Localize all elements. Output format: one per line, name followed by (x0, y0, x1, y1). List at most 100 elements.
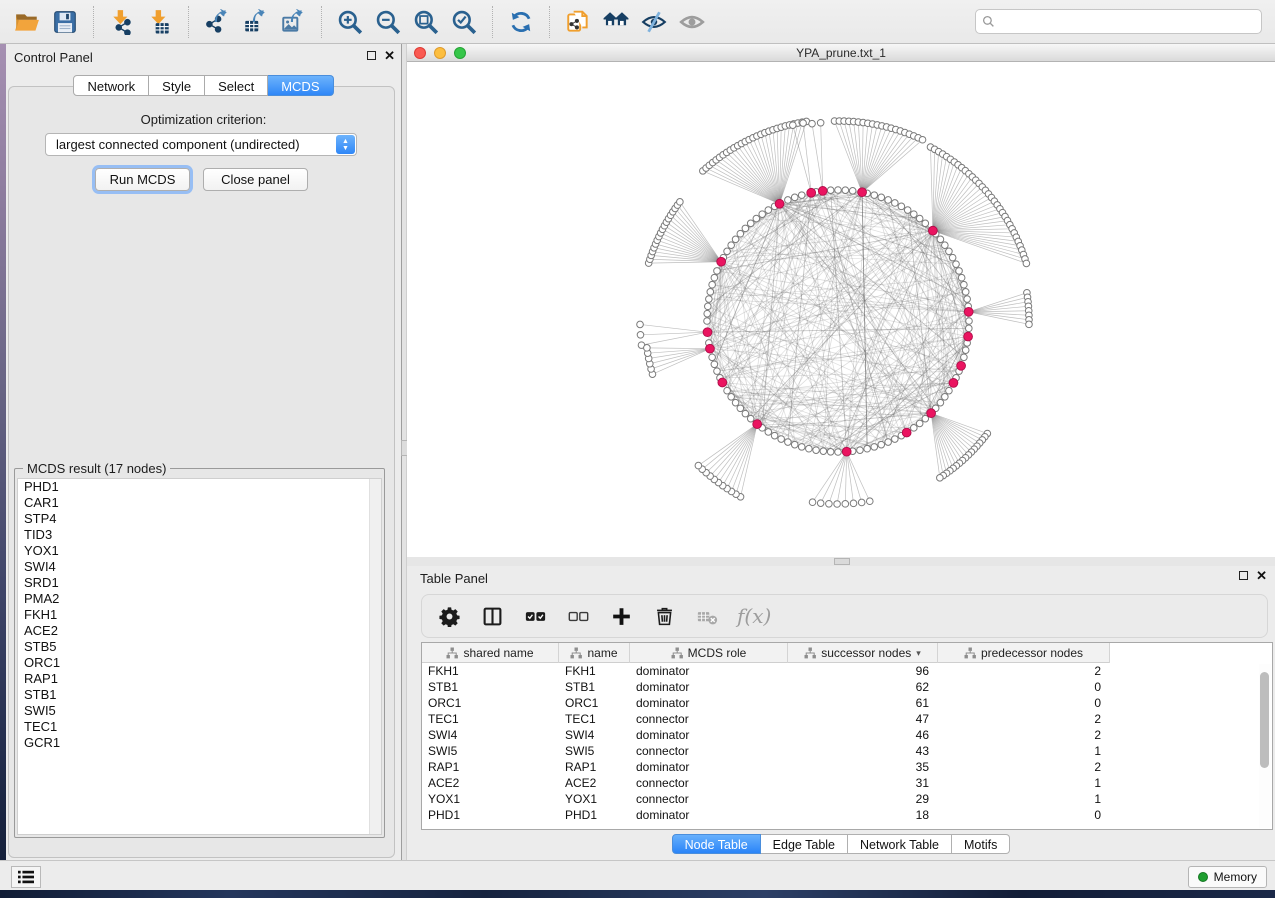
table-cell[interactable]: dominator (630, 696, 788, 710)
mcds-result-node[interactable]: TID3 (18, 527, 381, 543)
mcds-hub-node[interactable] (775, 199, 784, 208)
mcds-result-node[interactable]: PHD1 (18, 479, 381, 495)
tab-edge-table[interactable]: Edge Table (761, 834, 848, 854)
network-node[interactable] (849, 188, 856, 195)
table-cell[interactable]: STB1 (422, 680, 559, 694)
table-cell[interactable]: FKH1 (559, 664, 630, 678)
network-node[interactable] (765, 429, 772, 436)
network-node[interactable] (850, 500, 857, 507)
network-node[interactable] (711, 361, 718, 368)
network-node[interactable] (800, 120, 807, 127)
table-cell[interactable]: 1 (938, 744, 1110, 758)
network-node[interactable] (706, 296, 713, 303)
table-cell[interactable]: ACE2 (559, 776, 630, 790)
network-node[interactable] (724, 387, 731, 394)
network-node[interactable] (791, 194, 798, 201)
close-panel-button[interactable]: Close panel (203, 168, 308, 191)
table-cell[interactable]: 2 (938, 664, 1110, 678)
network-node[interactable] (842, 501, 849, 508)
table-cell[interactable]: 43 (788, 744, 938, 758)
table-cell[interactable]: FKH1 (422, 664, 559, 678)
zoom-fit-button[interactable] (409, 5, 443, 39)
network-node[interactable] (871, 444, 878, 451)
network-node[interactable] (785, 439, 792, 446)
horizontal-splitter-handle[interactable] (834, 558, 850, 565)
horizontal-splitter[interactable] (407, 557, 1275, 566)
mcds-result-node[interactable]: ACE2 (18, 623, 381, 639)
column-header[interactable]: name (559, 643, 630, 663)
optimization-criterion-select[interactable]: largest connected component (undirected)… (45, 133, 357, 156)
network-node[interactable] (878, 194, 885, 201)
network-node[interactable] (809, 120, 816, 127)
network-node[interactable] (711, 274, 718, 281)
mcds-result-list[interactable]: PHD1CAR1STP4TID3YOX1SWI4SRD1PMA2FKH1ACE2… (17, 478, 382, 835)
mcds-hub-node[interactable] (858, 188, 867, 197)
mcds-result-node[interactable]: STB1 (18, 687, 381, 703)
network-node[interactable] (892, 436, 899, 443)
network-node[interactable] (966, 318, 973, 325)
mcds-result-node[interactable]: SWI5 (18, 703, 381, 719)
network-node[interactable] (885, 439, 892, 446)
network-node[interactable] (857, 447, 864, 454)
network-node[interactable] (705, 303, 712, 310)
mcds-hub-node[interactable] (818, 186, 827, 195)
network-node[interactable] (737, 405, 744, 412)
table-cell[interactable]: dominator (630, 760, 788, 774)
mcds-result-node[interactable]: SRD1 (18, 575, 381, 591)
network-node[interactable] (778, 436, 785, 443)
network-node[interactable] (765, 207, 772, 214)
network-node[interactable] (732, 236, 739, 243)
import-table-button[interactable] (143, 5, 177, 39)
network-node[interactable] (911, 211, 918, 218)
column-header[interactable]: MCDS role (630, 643, 788, 663)
mcds-result-node[interactable]: YOX1 (18, 543, 381, 559)
select-all-button[interactable] (522, 603, 548, 629)
table-cell[interactable]: 18 (788, 808, 938, 822)
table-cell[interactable]: 2 (938, 712, 1110, 726)
column-header[interactable]: successor nodes▾ (788, 643, 938, 663)
search-input[interactable] (1000, 14, 1255, 30)
network-node[interactable] (961, 281, 968, 288)
split-view-button[interactable] (479, 603, 505, 629)
table-cell[interactable]: STB1 (559, 680, 630, 694)
network-node[interactable] (866, 498, 873, 505)
network-node[interactable] (798, 444, 805, 451)
table-scrollbar-thumb[interactable] (1260, 672, 1269, 768)
network-node[interactable] (728, 242, 735, 249)
export-network-button[interactable] (200, 5, 234, 39)
table-cell[interactable]: ORC1 (422, 696, 559, 710)
table-cell[interactable]: ACE2 (422, 776, 559, 790)
network-node[interactable] (742, 410, 749, 417)
table-row[interactable]: STB1STB1dominator620 (422, 679, 1272, 695)
tab-select[interactable]: Select (205, 75, 268, 96)
table-cell[interactable]: 0 (938, 680, 1110, 694)
table-cell[interactable]: connector (630, 776, 788, 790)
network-node[interactable] (834, 501, 841, 508)
table-cell[interactable]: RAP1 (559, 760, 630, 774)
zoom-in-button[interactable] (333, 5, 367, 39)
delete-row-button[interactable] (651, 603, 677, 629)
network-node[interactable] (704, 310, 711, 317)
mcds-result-node[interactable]: SWI4 (18, 559, 381, 575)
network-canvas[interactable] (407, 62, 1275, 557)
table-cell[interactable]: PHD1 (422, 808, 559, 822)
tab-network[interactable]: Network (73, 75, 149, 96)
network-node[interactable] (946, 248, 953, 255)
table-cell[interactable]: 0 (938, 696, 1110, 710)
network-node[interactable] (922, 220, 929, 227)
network-node[interactable] (709, 281, 716, 288)
network-node[interactable] (644, 345, 651, 352)
network-window-titlebar[interactable]: YPA_prune.txt_1 (407, 44, 1275, 62)
table-cell[interactable]: SWI5 (559, 744, 630, 758)
network-node[interactable] (898, 203, 905, 210)
table-cell[interactable]: PHD1 (559, 808, 630, 822)
tab-network-table[interactable]: Network Table (848, 834, 952, 854)
network-node[interactable] (937, 475, 944, 482)
network-node[interactable] (827, 448, 834, 455)
network-node[interactable] (785, 197, 792, 204)
mcds-result-node[interactable]: FKH1 (18, 607, 381, 623)
network-node[interactable] (953, 261, 960, 268)
network-node[interactable] (961, 354, 968, 361)
network-node[interactable] (864, 445, 871, 452)
mcds-hub-node[interactable] (964, 332, 973, 341)
